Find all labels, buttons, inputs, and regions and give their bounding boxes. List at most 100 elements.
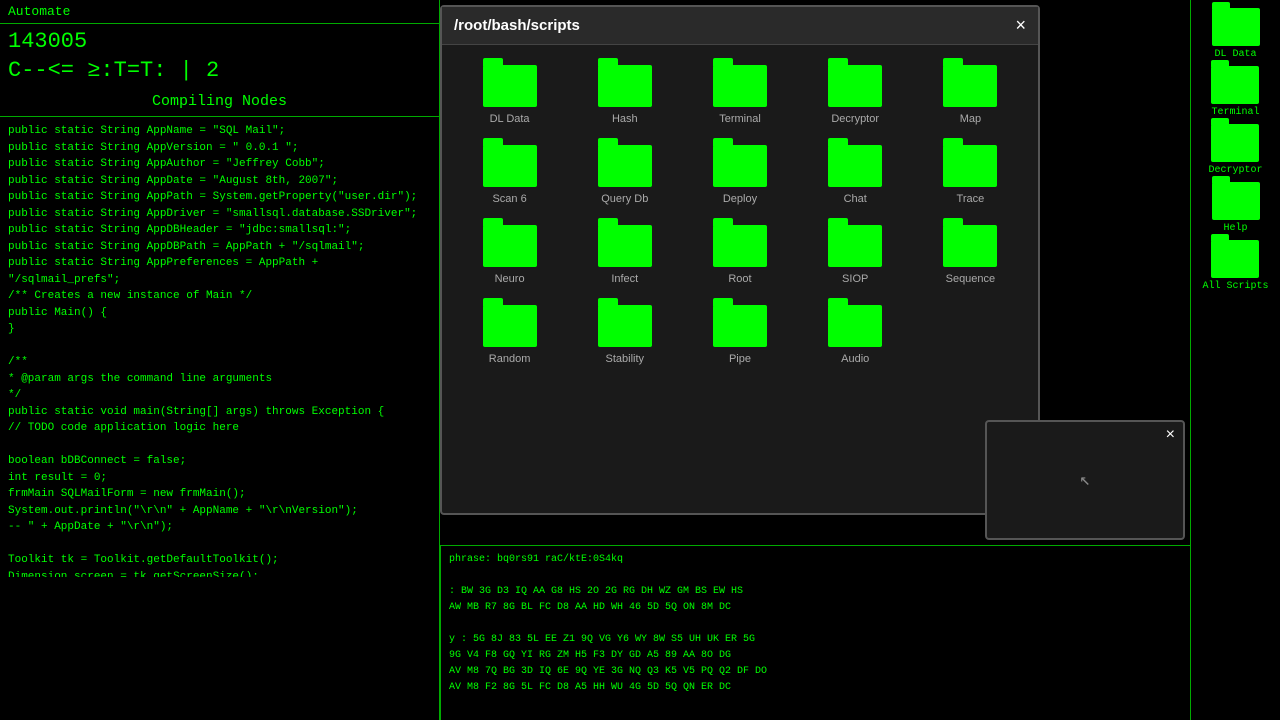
code-line: -- " + AppDate + "\r\n"); — [8, 519, 431, 536]
folder-label-pipe: Pipe — [729, 353, 751, 365]
terminal-line: y : 5G 8J 83 5L EE Z1 9Q VG Y6 WY 8W S5 … — [449, 632, 1182, 648]
folder-item-chat[interactable]: Chat — [798, 135, 913, 215]
folder-label-chat: Chat — [844, 193, 867, 205]
folder-item-terminal[interactable]: Terminal — [682, 55, 797, 135]
sidebar-label-dl-data: DL Data — [1214, 49, 1256, 60]
dialog-title-bar: /root/bash/scripts × — [442, 7, 1038, 45]
folder-item-neuro[interactable]: Neuro — [452, 215, 567, 295]
code-line: boolean bDBConnect = false; — [8, 453, 431, 470]
code-line: frmMain SQLMailForm = new frmMain(); — [8, 486, 431, 503]
compiling-nodes-label: Compiling Nodes — [0, 89, 439, 117]
code-area: public static String AppName = "SQL Mail… — [0, 117, 439, 577]
folder-item-scan[interactable]: Scan 6 — [452, 135, 567, 215]
sidebar-label-decryptor: Decryptor — [1208, 165, 1262, 176]
matrix-display: 143005 C--<= ≥:T=T: | 2 — [0, 24, 439, 89]
folder-item-audio[interactable]: Audio — [798, 295, 913, 375]
terminal-line: AV M8 F2 8G 5L FC D8 A5 HH WU 4G 5D 5Q Q… — [449, 680, 1182, 696]
folder-item-deploy[interactable]: Deploy — [682, 135, 797, 215]
folder-label-stability: Stability — [606, 353, 645, 365]
code-line: */ — [8, 387, 431, 404]
folder-item-dl-data[interactable]: DL Data — [452, 55, 567, 135]
folder-item-query-db[interactable]: Query Db — [567, 135, 682, 215]
folder-icon-query-db — [598, 145, 652, 187]
folder-label-decryptor: Decryptor — [831, 113, 879, 125]
folder-icon-trace — [943, 145, 997, 187]
sidebar-item-terminal[interactable]: Terminal — [1211, 66, 1259, 118]
folder-icon-audio — [828, 305, 882, 347]
right-sidebar: DL Data Terminal Decryptor Help All Scripts — [1190, 0, 1280, 720]
folder-label-infect: Infect — [611, 273, 638, 285]
code-line: int result = 0; — [8, 470, 431, 487]
code-line — [8, 338, 431, 355]
small-dialog-close-button[interactable]: × — [1166, 426, 1175, 444]
terminal-line: : BW 3G D3 IQ AA G8 HS 2O 2G RG DH WZ GM… — [449, 584, 1182, 600]
terminal-line: phrase: bq0rs91 raC/ktE:0S4kq — [449, 552, 1182, 568]
folder-label-siop: SIOP — [842, 273, 868, 285]
terminal-line: 9G V4 F8 GQ YI RG ZM H5 F3 DY GD A5 89 A… — [449, 648, 1182, 664]
folder-label-terminal: Terminal — [719, 113, 761, 125]
code-line: * @param args the command line arguments — [8, 371, 431, 388]
folder-item-stability[interactable]: Stability — [567, 295, 682, 375]
folder-item-trace[interactable]: Trace — [913, 135, 1028, 215]
folder-icon-dl-data — [483, 65, 537, 107]
code-line — [8, 536, 431, 553]
code-line: Toolkit tk = Toolkit.getDefaultToolkit()… — [8, 552, 431, 569]
app-title: Automate — [8, 4, 70, 19]
folder-item-sequence[interactable]: Sequence — [913, 215, 1028, 295]
folder-label-sequence: Sequence — [946, 273, 996, 285]
folder-item-map[interactable]: Map — [913, 55, 1028, 135]
sidebar-label-help: Help — [1223, 223, 1247, 234]
code-line: // TODO code application logic here — [8, 420, 431, 437]
folder-label-map: Map — [960, 113, 981, 125]
folder-icon-stability — [598, 305, 652, 347]
sidebar-item-dl-data[interactable]: DL Data — [1212, 8, 1260, 60]
code-line: public static void main(String[] args) t… — [8, 404, 431, 421]
bottom-terminal: phrase: bq0rs91 raC/ktE:0S4kq : BW 3G D3… — [440, 545, 1190, 720]
left-panel: Automate 143005 C--<= ≥:T=T: | 2 Compili… — [0, 0, 440, 720]
code-line: public static String AppDate = "August 8… — [8, 173, 431, 190]
folder-item-root[interactable]: Root — [682, 215, 797, 295]
folder-icon-sequence — [943, 225, 997, 267]
folder-icon-pipe — [713, 305, 767, 347]
code-line: } — [8, 321, 431, 338]
folder-item-infect[interactable]: Infect — [567, 215, 682, 295]
folder-icon-hash — [598, 65, 652, 107]
code-line — [8, 437, 431, 454]
folder-icon-terminal — [713, 65, 767, 107]
cursor-icon: ↖ — [1080, 469, 1091, 491]
code-line: System.out.println("\r\n" + AppName + "\… — [8, 503, 431, 520]
terminal-line — [449, 616, 1182, 632]
folder-icon-map — [943, 65, 997, 107]
folder-icon-siop — [828, 225, 882, 267]
folder-item-decryptor[interactable]: Decryptor — [798, 55, 913, 135]
folder-item-hash[interactable]: Hash — [567, 55, 682, 135]
code-line: public static String AppPreferences = Ap… — [8, 255, 431, 288]
code-line: public static String AppDBHeader = "jdbc… — [8, 222, 431, 239]
folder-label-trace: Trace — [957, 193, 985, 205]
sidebar-folder-dl-data — [1212, 8, 1260, 46]
code-line: public static String AppDriver = "smalls… — [8, 206, 431, 223]
folder-label-scan: Scan 6 — [492, 193, 526, 205]
matrix-line2: C--<= ≥:T=T: | 2 — [8, 57, 431, 86]
small-dialog: × ↖ — [985, 420, 1185, 540]
code-line: public static String AppPath = System.ge… — [8, 189, 431, 206]
code-line: /** — [8, 354, 431, 371]
code-line: /** Creates a new instance of Main */ — [8, 288, 431, 305]
sidebar-item-help[interactable]: Help — [1212, 182, 1260, 234]
sidebar-item-decryptor[interactable]: Decryptor — [1208, 124, 1262, 176]
folder-item-random[interactable]: Random — [452, 295, 567, 375]
terminal-line: AV M8 7Q BG 3D IQ 6E 9Q YE 3G NQ Q3 K5 V… — [449, 664, 1182, 680]
folder-label-audio: Audio — [841, 353, 869, 365]
code-line: public static String AppAuthor = "Jeffre… — [8, 156, 431, 173]
code-line: public Main() { — [8, 305, 431, 322]
sidebar-item-all-scripts[interactable]: All Scripts — [1202, 240, 1268, 292]
folder-label-neuro: Neuro — [495, 273, 525, 285]
folder-item-siop[interactable]: SIOP — [798, 215, 913, 295]
folder-item-pipe[interactable]: Pipe — [682, 295, 797, 375]
folder-icon-scan — [483, 145, 537, 187]
dialog-close-button[interactable]: × — [1015, 15, 1026, 36]
terminal-line: AW MB R7 8G BL FC D8 AA HD WH 46 5D 5Q O… — [449, 600, 1182, 616]
folder-label-query-db: Query Db — [601, 193, 648, 205]
folder-icon-chat — [828, 145, 882, 187]
matrix-line1: 143005 — [8, 28, 431, 57]
